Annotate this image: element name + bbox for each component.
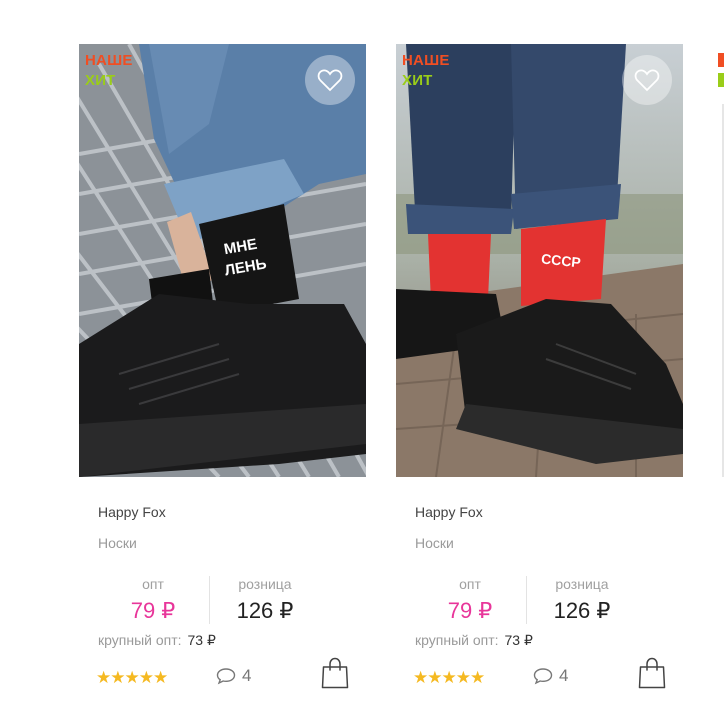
rating-stars: ★★★★★ (413, 668, 485, 687)
product-category: Носки (98, 535, 137, 551)
wholesale-price: опт 79 ₽ (98, 574, 208, 626)
comments-link[interactable]: 4 (216, 666, 251, 686)
price-block: опт 79 ₽ розница 126 ₽ (415, 574, 635, 630)
bulk-price-value: 73 ₽ (187, 632, 216, 648)
hit-badge: НАШЕ ХИТ (402, 51, 450, 91)
add-to-favorites-button[interactable] (305, 55, 355, 105)
comments-count: 4 (242, 666, 252, 685)
badge-line-2: ХИТ (402, 72, 433, 89)
badge-line-1: НАШЕ (85, 52, 133, 69)
shopping-bag-icon (638, 657, 666, 689)
bulk-price: крупный опт: 73 ₽ (415, 632, 533, 649)
wholesale-price: опт 79 ₽ (415, 574, 525, 626)
comment-icon (216, 668, 236, 685)
product-photo[interactable]: СССР НАШЕ ХИТ (396, 44, 683, 477)
retail-price-value: 126 ₽ (553, 598, 611, 623)
retail-price-value: 126 ₽ (236, 598, 294, 623)
add-to-cart-button[interactable] (321, 657, 349, 694)
badge-line-1: НАШЕ (402, 52, 450, 69)
badge-line-2: ХИТ (85, 72, 116, 89)
add-to-cart-button[interactable] (638, 657, 666, 694)
price-block: опт 79 ₽ розница 126 ₽ (98, 574, 318, 630)
comment-icon (533, 668, 553, 685)
product-photo[interactable]: МНЕ ЛЕНЬ НАШЕ ХИТ (79, 44, 366, 477)
product-photo-illustration: СССР (396, 44, 683, 477)
hit-badge: НАШЕ ХИТ (85, 51, 133, 91)
retail-price: розница 126 ₽ (527, 574, 637, 626)
product-photo-partial (712, 44, 724, 477)
heart-icon (634, 69, 660, 92)
product-brand[interactable]: Happy Fox (98, 504, 166, 520)
product-card[interactable]: СССР НАШЕ ХИТ Happy Fox Носки опт 79 ₽ р… (396, 44, 683, 724)
wholesale-price-label: опт (459, 576, 481, 592)
retail-price-label: розница (238, 576, 292, 592)
comments-link[interactable]: 4 (533, 666, 568, 686)
retail-price: розница 126 ₽ (210, 574, 320, 626)
add-to-favorites-button[interactable] (622, 55, 672, 105)
product-category: Носки (415, 535, 454, 551)
product-brand[interactable]: Happy Fox (415, 504, 483, 520)
shopping-bag-icon (321, 657, 349, 689)
bulk-price: крупный опт: 73 ₽ (98, 632, 216, 649)
wholesale-price-label: опт (142, 576, 164, 592)
product-card[interactable]: МНЕ ЛЕНЬ НАШЕ ХИТ Happy Fox Носки опт 79… (79, 44, 366, 724)
product-photo-illustration: МНЕ ЛЕНЬ (79, 44, 366, 477)
wholesale-price-value: 79 ₽ (447, 598, 493, 623)
comments-count: 4 (559, 666, 569, 685)
retail-price-label: розница (555, 576, 609, 592)
bulk-price-label: крупный опт: (415, 632, 499, 648)
bulk-price-value: 73 ₽ (504, 632, 533, 648)
bulk-price-label: крупный опт: (98, 632, 182, 648)
wholesale-price-value: 79 ₽ (130, 598, 176, 623)
product-card-partial[interactable] (712, 44, 724, 477)
heart-icon (317, 69, 343, 92)
rating-stars: ★★★★★ (96, 668, 168, 687)
